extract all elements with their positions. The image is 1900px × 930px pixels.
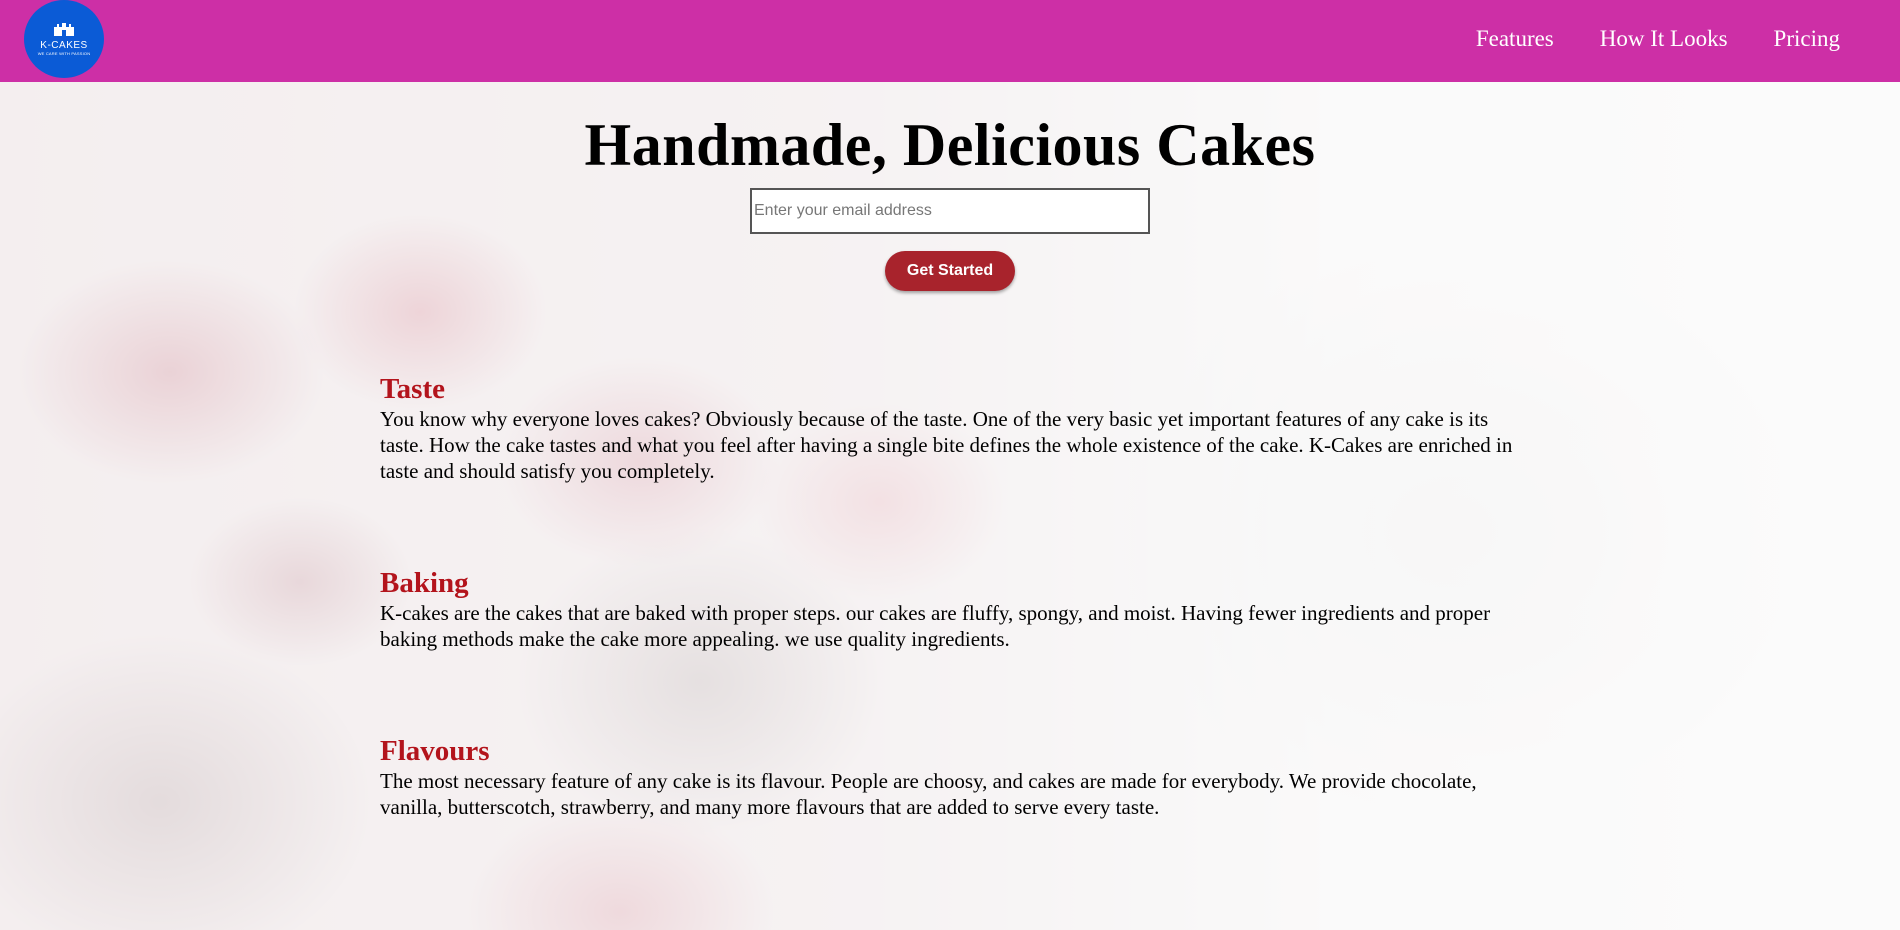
nav-item-how-it-looks[interactable]: How It Looks bbox=[1600, 26, 1728, 52]
feature-body: You know why everyone loves cakes? Obvio… bbox=[380, 407, 1513, 483]
nav-item-pricing[interactable]: Pricing bbox=[1774, 26, 1840, 52]
email-input[interactable] bbox=[750, 188, 1150, 234]
brand-logo[interactable]: K-CAKES WE CARE WITH PASSION bbox=[24, 0, 104, 78]
castle-icon bbox=[54, 23, 74, 36]
feature-taste: Taste You know why everyone loves cakes?… bbox=[380, 372, 1520, 484]
feature-body: K-cakes are the cakes that are baked wit… bbox=[380, 601, 1491, 651]
hero-section: Handmade, Delicious Cakes Get Started bbox=[0, 82, 1900, 291]
brand-name: K-CAKES bbox=[40, 40, 88, 51]
feature-flavours: Flavours The most necessary feature of a… bbox=[380, 734, 1520, 820]
hero-title: Handmade, Delicious Cakes bbox=[584, 112, 1316, 178]
landing-page: K-CAKES WE CARE WITH PASSION Features Ho… bbox=[0, 0, 1900, 930]
feature-title: Flavours bbox=[380, 735, 490, 767]
feature-title: Taste bbox=[380, 373, 445, 405]
get-started-button[interactable]: Get Started bbox=[885, 251, 1015, 291]
feature-baking: Baking K-cakes are the cakes that are ba… bbox=[380, 566, 1520, 652]
viewport: K-CAKES WE CARE WITH PASSION Features Ho… bbox=[0, 0, 1900, 930]
nav-item-features[interactable]: Features bbox=[1476, 26, 1554, 52]
main-nav: Features How It Looks Pricing bbox=[1476, 0, 1840, 78]
site-header: K-CAKES WE CARE WITH PASSION Features Ho… bbox=[0, 0, 1900, 82]
brand-tagline: WE CARE WITH PASSION bbox=[37, 51, 91, 56]
feature-body: The most necessary feature of any cake i… bbox=[380, 769, 1477, 819]
feature-title: Baking bbox=[380, 567, 469, 599]
